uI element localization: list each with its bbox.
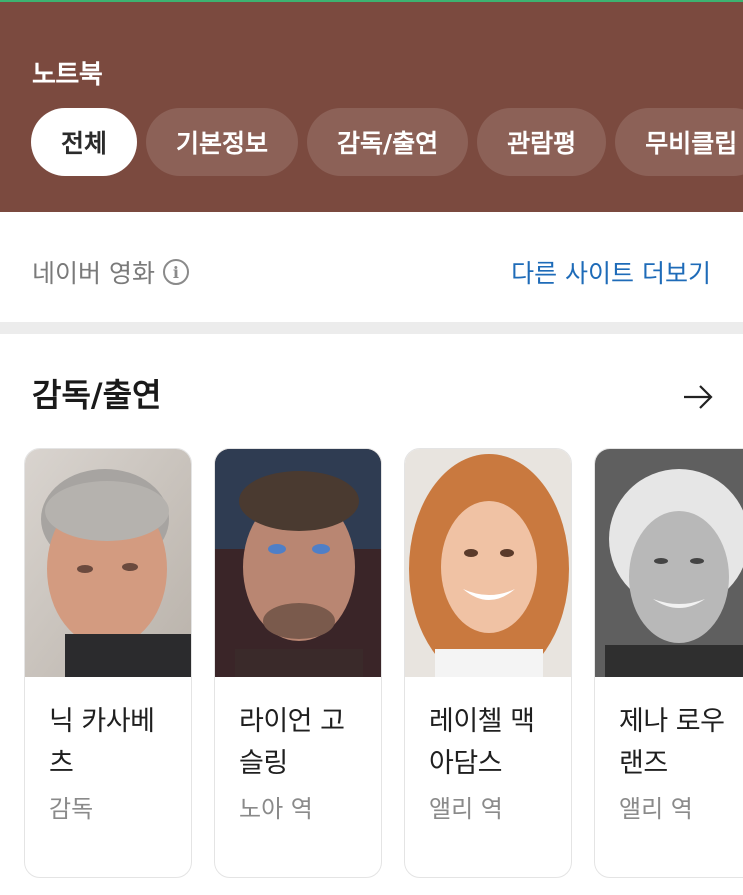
source-name: 네이버 영화 bbox=[32, 259, 155, 288]
cast-card[interactable]: 제나 로우랜즈 앨리 역 bbox=[594, 448, 743, 878]
person-photo bbox=[25, 449, 191, 677]
person-photo bbox=[405, 449, 571, 684]
cast-list: 닉 카사베츠 감독 라이언 고슬링 노아 역 레이첼 맥아담스 앨리 역 제나 … bbox=[24, 448, 743, 878]
movie-title: 노트북 bbox=[32, 60, 103, 90]
source-label-group: 네이버 영화 i bbox=[32, 254, 189, 290]
person-photo bbox=[595, 449, 743, 677]
tab-basic-info[interactable]: 기본정보 bbox=[146, 108, 299, 176]
tab-director-cast[interactable]: 감독/출연 bbox=[307, 108, 469, 176]
tab-bar: 전체 기본정보 감독/출연 관람평 무비클립 bbox=[31, 108, 743, 176]
cast-role: 감독 bbox=[49, 795, 94, 823]
tab-movie-clips[interactable]: 무비클립 bbox=[615, 108, 743, 176]
cast-name: 라이언 고슬링 bbox=[239, 706, 345, 779]
cast-card[interactable]: 라이언 고슬링 노아 역 bbox=[214, 448, 382, 878]
info-icon[interactable]: i bbox=[162, 259, 189, 285]
arrow-right-icon[interactable] bbox=[681, 382, 715, 412]
tab-reviews[interactable]: 관람평 bbox=[477, 108, 607, 176]
section-title: 감독/출연 bbox=[32, 376, 162, 414]
cast-role: 노아 역 bbox=[239, 795, 313, 823]
person-photo bbox=[215, 449, 381, 677]
cast-card[interactable]: 레이첼 맥아담스 앨리 역 bbox=[404, 448, 572, 878]
cast-name: 레이첼 맥아담스 bbox=[429, 706, 535, 779]
tab-all[interactable]: 전체 bbox=[31, 108, 138, 176]
section-divider bbox=[0, 322, 743, 334]
cast-name: 닉 카사베츠 bbox=[49, 706, 155, 779]
more-sites-link[interactable]: 다른 사이트 더보기 bbox=[511, 254, 711, 290]
source-bar: 네이버 영화 i 다른 사이트 더보기 bbox=[0, 212, 743, 322]
cast-role: 앨리 역 bbox=[429, 795, 503, 823]
cast-name: 제나 로우랜즈 bbox=[619, 706, 725, 779]
cast-card[interactable]: 닉 카사베츠 감독 bbox=[24, 448, 192, 878]
movie-header: 노트북 전체 기본정보 감독/출연 관람평 무비클립 bbox=[0, 2, 743, 212]
cast-role: 앨리 역 bbox=[619, 795, 693, 823]
